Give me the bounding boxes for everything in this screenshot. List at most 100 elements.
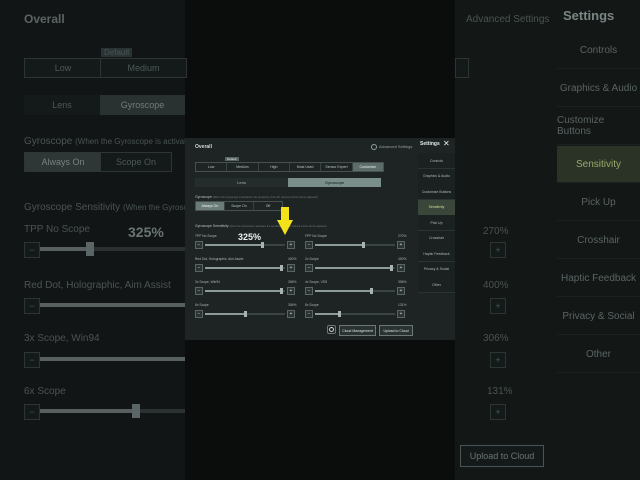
bg-side-item-controls: Controls bbox=[557, 32, 640, 69]
slider-fill bbox=[315, 267, 391, 269]
sidebar-item-controls[interactable]: Controls bbox=[418, 153, 455, 169]
sidebar-item-privacy-social[interactable]: Privacy & Social bbox=[418, 261, 455, 278]
slider-minus-button[interactable]: − bbox=[195, 310, 203, 318]
bg-x6-fill bbox=[40, 409, 135, 413]
bg-tab-gyroscope: Gyroscope bbox=[100, 95, 185, 115]
slider-value: 400% bbox=[288, 257, 297, 261]
sidebar-item-graphics-audio[interactable]: Graphics & Audio bbox=[418, 168, 455, 185]
sidebar-item-crosshair[interactable]: Crosshair bbox=[418, 230, 455, 247]
bg-tpp-minus: − bbox=[24, 242, 40, 258]
preset-selector: Low Medium High Most Used Sensor Expert … bbox=[195, 162, 384, 172]
slider-plus-button[interactable]: + bbox=[397, 310, 405, 318]
slider-label: 3x Scope, Win94 bbox=[195, 280, 220, 284]
bg-plus-4: + bbox=[490, 404, 506, 420]
gyroscope-label: Gyroscope bbox=[195, 195, 212, 199]
arrow-head bbox=[277, 220, 293, 235]
preset-low[interactable]: Low bbox=[196, 163, 228, 171]
sidebar-item-sensitivity[interactable]: Sensitivity bbox=[418, 199, 455, 216]
slider-value: 306% bbox=[398, 280, 407, 284]
slider-fill bbox=[315, 290, 371, 292]
gyro-scope-on[interactable]: Scope On bbox=[225, 202, 254, 210]
slider-value: 400% bbox=[398, 257, 407, 261]
tpp-no-scope-value: 325% bbox=[238, 232, 262, 242]
slider-handle[interactable] bbox=[279, 288, 283, 294]
slider-handle[interactable] bbox=[279, 265, 283, 271]
bg-x6-right-value: 131% bbox=[487, 386, 513, 397]
slider-fill bbox=[315, 244, 363, 246]
gyro-always-on[interactable]: Always On bbox=[196, 202, 225, 210]
bg-gyro-note: (When the Gyroscope is activated... bbox=[75, 137, 202, 146]
bg-preset-edge bbox=[455, 58, 469, 78]
slider-minus-button[interactable]: − bbox=[305, 241, 313, 249]
slider-handle[interactable] bbox=[389, 265, 393, 271]
slider-minus-button[interactable]: − bbox=[305, 310, 313, 318]
bg-side-item-crosshair: Crosshair bbox=[557, 222, 640, 259]
bg-gyro-sens: Gyroscope Sensitivity (When the Gyroscop… bbox=[24, 202, 201, 213]
slider-minus-button[interactable]: − bbox=[195, 264, 203, 272]
slider-value: 131% bbox=[398, 303, 407, 307]
bg-x3-minus: − bbox=[24, 352, 40, 368]
bg-x6-knob bbox=[132, 404, 140, 418]
slider-fill bbox=[315, 313, 339, 315]
search-icon[interactable] bbox=[327, 325, 336, 334]
default-tag: Default bbox=[225, 157, 239, 161]
cloud-management-button[interactable]: Cloud Management bbox=[339, 325, 376, 336]
preset-medium[interactable]: Medium bbox=[227, 163, 259, 171]
upload-to-cloud-button[interactable]: Upload to Cloud bbox=[379, 325, 413, 336]
sidebar-item-customize-buttons[interactable]: Customize Buttons bbox=[418, 184, 455, 200]
slider-plus-button[interactable]: + bbox=[287, 310, 295, 318]
close-icon[interactable]: ✕ bbox=[443, 139, 450, 148]
preset-most-used[interactable]: Most Used bbox=[290, 163, 322, 171]
sidebar-item-pick-up[interactable]: Pick Up bbox=[418, 215, 455, 231]
sidebar-item-haptic-feedback[interactable]: Haptic Feedback bbox=[418, 246, 455, 262]
slider-label: 2x Scope bbox=[305, 257, 319, 261]
bg-side-item-privacy-social: Privacy & Social bbox=[557, 298, 640, 335]
slider-label: TPP No Scope bbox=[195, 234, 217, 238]
slider-minus-button[interactable]: − bbox=[305, 264, 313, 272]
slider-handle[interactable] bbox=[261, 242, 265, 248]
slider-plus-button[interactable]: + bbox=[287, 264, 295, 272]
slider-fill bbox=[205, 244, 263, 246]
preset-customize[interactable]: Customize bbox=[352, 163, 383, 171]
slider-minus-button[interactable]: − bbox=[195, 287, 203, 295]
slider-plus-button[interactable]: + bbox=[287, 241, 295, 249]
bg-preset-medium: Medium bbox=[100, 58, 187, 78]
preset-sensor-expert[interactable]: Sensor Expert bbox=[321, 163, 353, 171]
bg-gyro-label: Gyroscope (When the Gyroscope is activat… bbox=[24, 136, 202, 147]
bg-upload-button: Upload to Cloud bbox=[460, 445, 544, 467]
bg-tpp-label: TPP No Scope bbox=[24, 224, 90, 235]
slider-fill bbox=[205, 267, 281, 269]
slider-plus-button[interactable]: + bbox=[397, 241, 405, 249]
slider-minus-button[interactable]: − bbox=[305, 287, 313, 295]
tab-lens[interactable]: Lens bbox=[195, 178, 288, 187]
sidebar-item-other[interactable]: Other bbox=[418, 277, 455, 293]
tab-gyroscope[interactable]: Gyroscope bbox=[288, 178, 381, 187]
slider-handle[interactable] bbox=[337, 311, 341, 317]
bg-tpp-right-value: 270% bbox=[483, 226, 509, 237]
slider-plus-button[interactable]: + bbox=[287, 287, 295, 295]
slider-value: 306% bbox=[288, 303, 297, 307]
gyro-sensitivity-section: Gyroscope Sensitivity (When the Gyroscop… bbox=[195, 224, 326, 228]
slider-label: Red Dot, Holographic, Aim Assist bbox=[195, 257, 244, 261]
slider-handle[interactable] bbox=[243, 311, 247, 317]
yellow-arrow-icon bbox=[277, 207, 293, 235]
bg-reddot-label: Red Dot, Holographic, Aim Assist bbox=[24, 280, 171, 291]
slider-handle[interactable] bbox=[361, 242, 365, 248]
bg-settings-title: Settings bbox=[563, 8, 615, 23]
bg-scope-on: Scope On bbox=[100, 152, 172, 172]
lens-gyro-tabs: Lens Gyroscope bbox=[195, 178, 381, 187]
bg-side-item-pick-up: Pick Up bbox=[557, 184, 640, 221]
preset-high[interactable]: High bbox=[259, 163, 290, 171]
bg-plus-1: + bbox=[490, 242, 506, 258]
slider-plus-button[interactable]: + bbox=[397, 264, 405, 272]
advanced-settings-link[interactable]: Advanced Settings bbox=[371, 144, 412, 150]
slider-plus-button[interactable]: + bbox=[397, 287, 405, 295]
bg-x3-right-value: 306% bbox=[483, 333, 509, 344]
bg-tpp-fill bbox=[40, 247, 88, 251]
bg-tpp-knob bbox=[86, 242, 94, 256]
bg-default-tag: Default bbox=[101, 48, 133, 57]
slider-handle[interactable] bbox=[369, 288, 373, 294]
bg-x6-minus: − bbox=[24, 404, 40, 420]
slider-minus-button[interactable]: − bbox=[195, 241, 203, 249]
gyro-sensitivity-label: Gyroscope Sensitivity bbox=[195, 224, 229, 228]
